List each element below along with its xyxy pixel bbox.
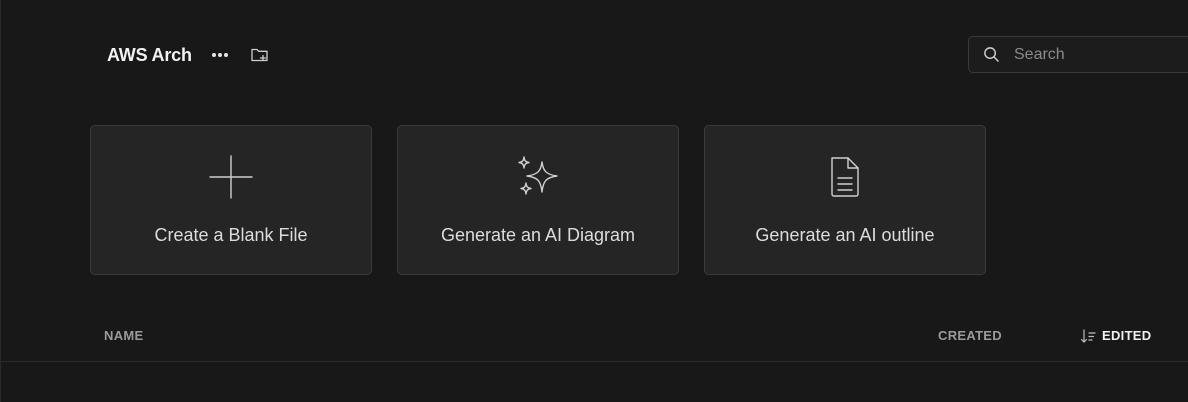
generate-ai-outline-card[interactable]: Generate an AI outline: [704, 125, 986, 275]
file-table-header: NAME CREATED EDITED: [1, 326, 1188, 362]
folder-plus-icon: [251, 48, 268, 62]
project-title[interactable]: AWS Arch: [107, 45, 192, 66]
card-label: Generate an AI Diagram: [440, 225, 636, 245]
document-icon: [821, 153, 869, 201]
sort-descending-icon: [1080, 328, 1096, 343]
generate-ai-diagram-card[interactable]: Generate an AI Diagram: [397, 125, 679, 275]
plus-icon: [207, 153, 255, 201]
column-header-edited[interactable]: EDITED: [1080, 328, 1151, 343]
card-label: Create a Blank File: [154, 225, 308, 245]
project-header: AWS Arch: [107, 40, 272, 70]
search-box[interactable]: [968, 36, 1188, 73]
create-blank-file-card[interactable]: Create a Blank File: [90, 125, 372, 275]
column-header-edited-label: EDITED: [1102, 328, 1152, 343]
workspace-page: AWS Arch Search Create a Blank File Gene…: [0, 0, 1188, 402]
column-header-created[interactable]: CREATED: [938, 328, 1002, 343]
search-input[interactable]: [1014, 45, 1174, 64]
more-horizontal-icon: [211, 53, 228, 57]
search-icon: [984, 47, 999, 62]
new-folder-button[interactable]: [248, 43, 272, 67]
card-label: Generate an AI outline: [755, 225, 935, 245]
more-options-button[interactable]: [208, 43, 232, 67]
column-header-name[interactable]: NAME: [104, 328, 143, 343]
quick-actions: Create a Blank File Generate an AI Diagr…: [90, 125, 1011, 275]
sparkles-icon: [514, 153, 562, 201]
